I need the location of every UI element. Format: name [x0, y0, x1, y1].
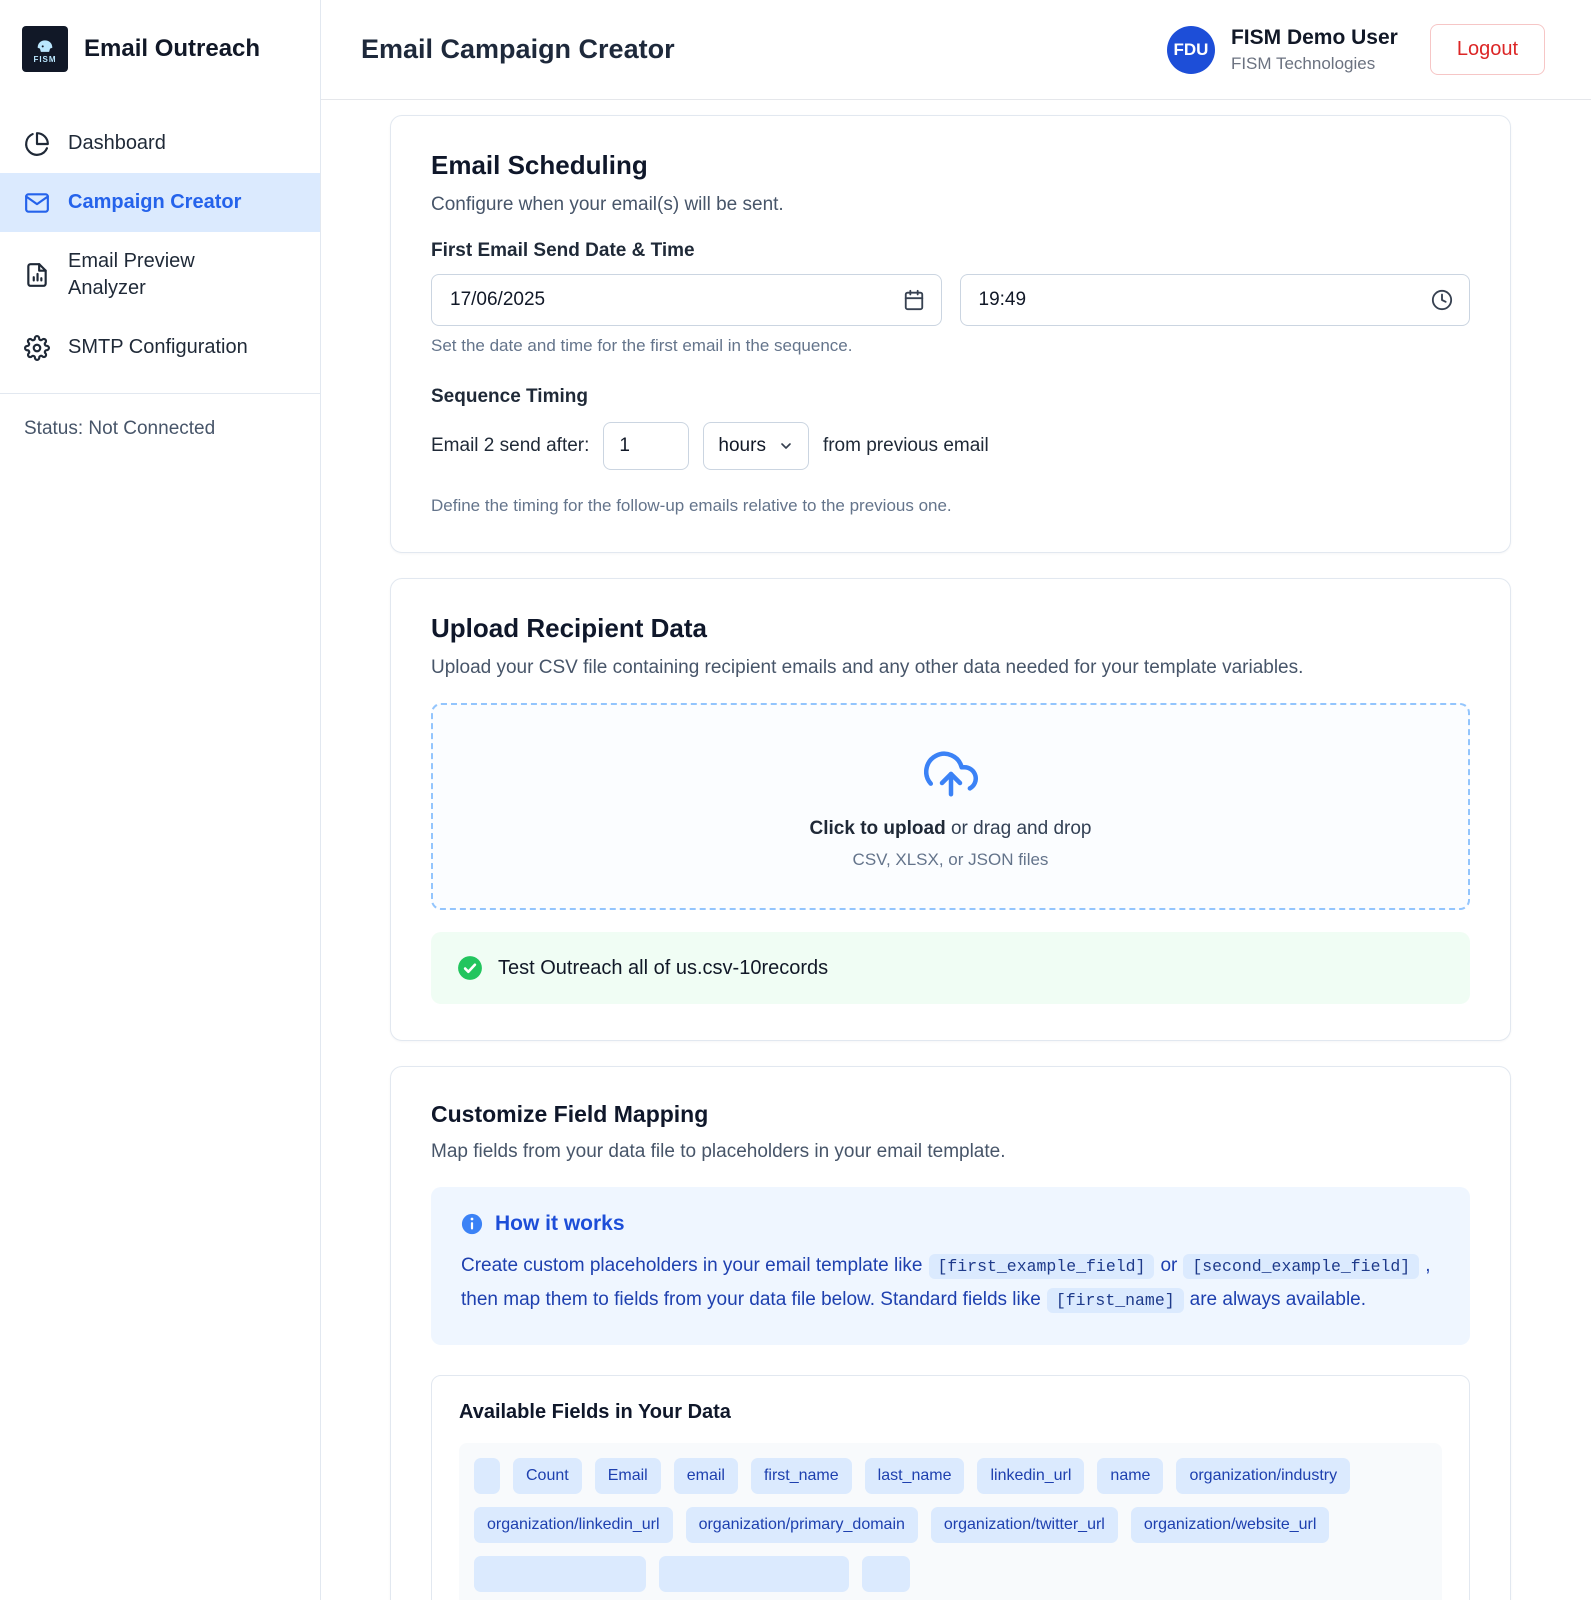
field-chip[interactable] [659, 1556, 849, 1592]
brand: FISM Email Outreach [0, 0, 320, 100]
calendar-icon[interactable] [903, 289, 925, 311]
send-time-value[interactable] [977, 288, 1432, 312]
dropzone-formats: CSV, XLSX, or JSON files [453, 850, 1448, 870]
placeholder-code: [first_example_field] [929, 1254, 1155, 1279]
dropzone-main-text: Click to upload or drag and drop [453, 818, 1448, 840]
field-chip[interactable]: first_name [751, 1458, 852, 1494]
scheduling-title: Email Scheduling [431, 150, 1470, 181]
sidebar-item-smtp-configuration[interactable]: SMTP Configuration [0, 318, 320, 377]
pie-chart-icon [24, 131, 50, 157]
user-meta: FISM Demo User FISM Technologies [1231, 25, 1398, 73]
field-chip[interactable]: organization/primary_domain [686, 1507, 918, 1543]
send-date-input[interactable] [431, 274, 942, 326]
drag-drop-text: or drag and drop [946, 818, 1092, 839]
chevron-down-icon [778, 438, 794, 454]
how-text: Create custom placeholders in your email… [461, 1255, 923, 1276]
info-icon [461, 1213, 483, 1235]
upload-success-banner: Test Outreach all of us.csv-10records [431, 932, 1470, 1004]
sidebar-item-campaign-creator[interactable]: Campaign Creator [0, 173, 320, 232]
sequence-help: Define the timing for the follow-up emai… [431, 496, 1470, 516]
send-date-value[interactable] [448, 288, 903, 312]
datetime-row [431, 274, 1470, 326]
field-chip[interactable]: Count [513, 1458, 582, 1494]
field-chips-container: Count Email email first_name last_name linked… [459, 1443, 1442, 1600]
sidebar-item-label: Dashboard [68, 130, 166, 157]
field-chip[interactable]: organization/website_url [1131, 1507, 1330, 1543]
page-title: Email Campaign Creator [361, 34, 675, 65]
app-logo-icon: FISM [22, 26, 68, 72]
interval-unit-value: hours [718, 435, 766, 457]
upload-cloud-icon [924, 788, 978, 805]
uploaded-file-name: Test Outreach all of us.csv-10records [498, 957, 828, 980]
file-dropzone[interactable]: Click to upload or drag and drop CSV, XL… [431, 703, 1470, 910]
interval-suffix: from previous email [823, 435, 989, 457]
sidebar-nav: Dashboard Campaign Creator Email Preview… [0, 114, 320, 377]
interval-prefix: Email 2 send after: [431, 435, 589, 457]
send-time-input[interactable] [960, 274, 1471, 326]
upload-title: Upload Recipient Data [431, 613, 1470, 644]
mapping-title: Customize Field Mapping [431, 1101, 1470, 1128]
field-chip[interactable] [474, 1458, 500, 1494]
how-it-works-header: How it works [461, 1212, 1440, 1236]
field-chip[interactable]: linkedin_url [977, 1458, 1084, 1494]
envelope-icon [24, 190, 50, 216]
logout-button[interactable]: Logout [1430, 24, 1545, 75]
field-chips-row-partial [474, 1556, 1427, 1592]
how-it-works-box: How it works Create custom placeholders … [431, 1187, 1470, 1345]
field-chips-row: Count Email email first_name last_name linked… [474, 1458, 1427, 1494]
scheduling-subtitle: Configure when your email(s) will be sen… [431, 194, 1470, 216]
check-circle-icon [457, 955, 483, 981]
sidebar-item-label: Campaign Creator [68, 189, 241, 216]
field-chip[interactable]: organization/linkedin_url [474, 1507, 673, 1543]
mapping-subtitle: Map fields from your data file to placeh… [431, 1141, 1470, 1163]
field-chip[interactable]: last_name [865, 1458, 965, 1494]
user-organization: FISM Technologies [1231, 54, 1398, 74]
field-chip[interactable] [862, 1556, 910, 1592]
datetime-label: First Email Send Date & Time [431, 240, 1470, 262]
field-chip[interactable]: email [674, 1458, 738, 1494]
sequence-timing-label: Sequence Timing [431, 386, 1470, 408]
sidebar: FISM Email Outreach Dashboard Campaign C… [0, 0, 321, 1600]
document-chart-icon [24, 262, 50, 288]
avatar: FDU [1167, 26, 1215, 74]
datetime-help: Set the date and time for the first emai… [431, 336, 1470, 356]
field-chips-row: organization/linkedin_url organization/pr… [474, 1507, 1427, 1543]
smtp-status-text: Status: Not Connected [0, 393, 320, 464]
sidebar-item-dashboard[interactable]: Dashboard [0, 114, 320, 173]
upload-subtitle: Upload your CSV file containing recipien… [431, 657, 1470, 679]
brand-name: Email Outreach [84, 35, 260, 63]
how-text: or [1160, 1255, 1177, 1276]
placeholder-code: [second_example_field] [1183, 1254, 1419, 1279]
available-fields-title: Available Fields in Your Data [459, 1401, 1442, 1424]
sequence-row: Email 2 send after: hours from previous … [431, 422, 1470, 470]
clock-icon[interactable] [1431, 289, 1453, 311]
click-to-upload-link[interactable]: Click to upload [810, 818, 946, 839]
how-text: are always available. [1190, 1289, 1366, 1310]
sidebar-item-email-preview-analyzer[interactable]: Email Preview Analyzer [0, 232, 320, 318]
field-chip[interactable]: name [1097, 1458, 1163, 1494]
interval-unit-select[interactable]: hours [703, 422, 809, 470]
content-scroll-area[interactable]: Email Scheduling Configure when your ema… [321, 100, 1591, 1600]
sidebar-item-label: SMTP Configuration [68, 334, 248, 361]
available-fields-card: Available Fields in Your Data Count Email… [431, 1375, 1470, 1600]
how-it-works-text: Create custom placeholders in your email… [461, 1249, 1440, 1317]
field-chip[interactable]: Email [595, 1458, 661, 1494]
app-logo-text: FISM [33, 56, 56, 64]
how-it-works-title: How it works [495, 1212, 625, 1236]
gear-icon [24, 335, 50, 361]
field-chip[interactable]: organization/industry [1176, 1458, 1350, 1494]
app-root: FISM Email Outreach Dashboard Campaign C… [0, 0, 1591, 1600]
user-name: FISM Demo User [1231, 25, 1398, 51]
placeholder-code: [first_name] [1047, 1288, 1184, 1313]
top-header: Email Campaign Creator FDU FISM Demo Use… [321, 0, 1591, 100]
main-area: Email Campaign Creator FDU FISM Demo Use… [321, 0, 1591, 1600]
field-mapping-card: Customize Field Mapping Map fields from … [390, 1066, 1511, 1600]
email-scheduling-card: Email Scheduling Configure when your ema… [390, 115, 1511, 553]
field-chip[interactable] [474, 1556, 646, 1592]
header-user-cluster: FDU FISM Demo User FISM Technologies Log… [1167, 24, 1545, 75]
field-chip[interactable]: organization/twitter_url [931, 1507, 1118, 1543]
sidebar-item-label: Email Preview Analyzer [68, 248, 248, 302]
interval-value-input[interactable] [603, 422, 689, 470]
upload-recipient-card: Upload Recipient Data Upload your CSV fi… [390, 578, 1511, 1041]
